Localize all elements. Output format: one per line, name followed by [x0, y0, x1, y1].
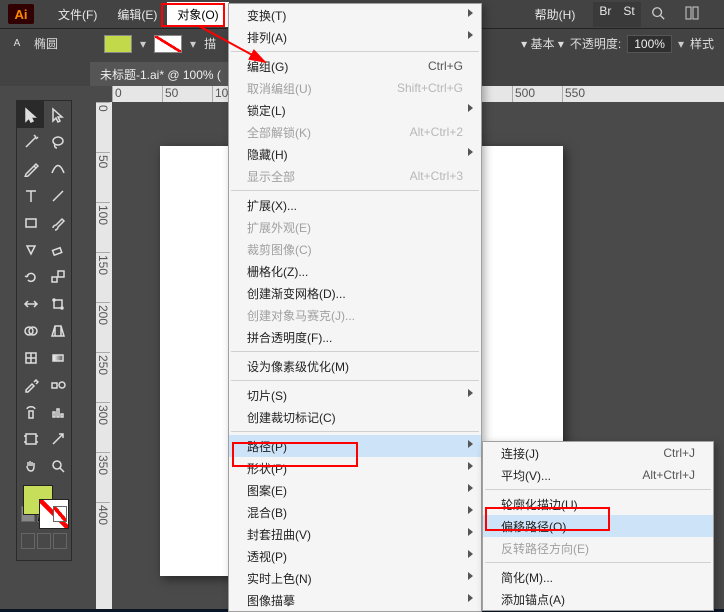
switch-stock-button[interactable]: St — [617, 2, 640, 27]
object-menu-item-4: 取消编组(U)Shift+Ctrl+G — [229, 77, 481, 99]
path-submenu: 连接(J)Ctrl+J平均(V)...Alt+Ctrl+J 轮廓化描边(U)偏移路… — [482, 441, 714, 611]
blend-tool[interactable] — [44, 371, 71, 398]
menu-file[interactable]: 文件(F) — [48, 2, 107, 27]
object-menu-item-30[interactable]: 图像描摹 — [229, 589, 481, 611]
perspective-tool[interactable] — [44, 317, 71, 344]
selection-tool[interactable] — [17, 101, 44, 128]
zoom-tool[interactable] — [44, 452, 71, 479]
illustrator-logo: Ai — [8, 4, 34, 24]
draw-mode-row[interactable] — [17, 533, 71, 549]
style-button[interactable]: 样式 — [690, 35, 714, 52]
path-submenu-item-5: 反转路径方向(E) — [483, 537, 713, 559]
lasso-tool[interactable] — [44, 128, 71, 155]
eraser-tool[interactable] — [44, 236, 71, 263]
eyedropper-tool[interactable] — [17, 371, 44, 398]
menu-edit[interactable]: 编辑(E) — [107, 2, 167, 27]
hand-tool[interactable] — [17, 452, 44, 479]
opacity-field[interactable]: 100% — [627, 35, 672, 53]
arrange-docs-icon[interactable] — [675, 2, 709, 27]
path-submenu-item-8[interactable]: 添加锚点(A) — [483, 588, 713, 610]
object-menu-item-11: 扩展外观(E) — [229, 216, 481, 238]
object-menu-item-20[interactable]: 切片(S) — [229, 384, 481, 406]
shape-builder-tool[interactable] — [17, 317, 44, 344]
path-submenu-item-7[interactable]: 简化(M)... — [483, 566, 713, 588]
object-menu-item-8: 显示全部Alt+Ctrl+3 — [229, 165, 481, 187]
path-submenu-item-1[interactable]: 平均(V)...Alt+Ctrl+J — [483, 464, 713, 486]
path-submenu-item-0[interactable]: 连接(J)Ctrl+J — [483, 442, 713, 464]
object-menu-item-15: 创建对象马赛克(J)... — [229, 304, 481, 326]
object-menu-item-3[interactable]: 编组(G)Ctrl+G — [229, 55, 481, 77]
menu-object[interactable]: 对象(O) — [167, 2, 228, 27]
paintbrush-tool[interactable] — [44, 209, 71, 236]
scale-tool[interactable] — [44, 263, 71, 290]
width-tool[interactable] — [17, 290, 44, 317]
object-menu-item-10[interactable]: 扩展(X)... — [229, 194, 481, 216]
path-submenu-item-4[interactable]: 偏移路径(O)... — [483, 515, 713, 537]
style-dropdown[interactable]: ▾ 基本 ▾ — [521, 35, 564, 52]
free-transform-tool[interactable] — [44, 290, 71, 317]
mesh-tool[interactable] — [17, 344, 44, 371]
object-menu-item-5[interactable]: 锁定(L) — [229, 99, 481, 121]
stroke-swatch[interactable] — [154, 35, 182, 53]
object-menu-item-7[interactable]: 隐藏(H) — [229, 143, 481, 165]
column-graph-tool[interactable] — [44, 398, 71, 425]
path-submenu-item-3[interactable]: 轮廓化描边(U) — [483, 493, 713, 515]
object-menu-item-29[interactable]: 实时上色(N) — [229, 567, 481, 589]
type-tool[interactable] — [17, 182, 44, 209]
object-menu-item-13[interactable]: 栅格化(Z)... — [229, 260, 481, 282]
rectangle-tool[interactable] — [17, 209, 44, 236]
vertical-toolbar — [16, 100, 72, 561]
search-icon[interactable] — [641, 2, 675, 27]
object-menu-item-21[interactable]: 创建裁切标记(C) — [229, 406, 481, 428]
object-menu-item-16[interactable]: 拼合透明度(F)... — [229, 326, 481, 348]
curvature-tool[interactable] — [44, 155, 71, 182]
ruler-vertical: 050100150200250300350400 — [96, 102, 112, 609]
object-menu-item-27[interactable]: 封套扭曲(V) — [229, 523, 481, 545]
artboard-tool[interactable] — [17, 425, 44, 452]
shaper-tool[interactable] — [17, 236, 44, 263]
symbol-sprayer-tool[interactable] — [17, 398, 44, 425]
line-tool[interactable] — [44, 182, 71, 209]
object-menu-item-18[interactable]: 设为像素级优化(M) — [229, 355, 481, 377]
object-menu-item-1[interactable]: 排列(A) — [229, 26, 481, 48]
direct-selection-tool[interactable] — [44, 101, 71, 128]
pen-tool[interactable] — [17, 155, 44, 182]
menu-help[interactable]: 帮助(H) — [525, 2, 586, 27]
magic-wand-tool[interactable] — [17, 128, 44, 155]
shape-label: 椭圆 — [34, 35, 58, 52]
document-tab[interactable]: 未标题-1.ai* @ 100% ( — [90, 62, 231, 86]
fill-swatch[interactable] — [104, 35, 132, 53]
object-menu-item-23[interactable]: 路径(P) — [229, 435, 481, 457]
switch-bridge-button[interactable]: Br — [593, 2, 617, 27]
object-menu-item-28[interactable]: 透视(P) — [229, 545, 481, 567]
object-menu-item-6: 全部解锁(K)Alt+Ctrl+2 — [229, 121, 481, 143]
object-menu-item-26[interactable]: 混合(B) — [229, 501, 481, 523]
rotate-tool[interactable] — [17, 263, 44, 290]
opacity-label: 不透明度: — [570, 35, 621, 52]
object-menu-item-0[interactable]: 变换(T) — [229, 4, 481, 26]
object-menu-item-25[interactable]: 图案(E) — [229, 479, 481, 501]
object-menu-item-24[interactable]: 形状(P) — [229, 457, 481, 479]
object-menu-item-14[interactable]: 创建渐变网格(D)... — [229, 282, 481, 304]
stroke-label: 描 — [204, 35, 216, 52]
object-menu-item-12: 裁剪图像(C) — [229, 238, 481, 260]
object-dropdown: 变换(T)排列(A) 编组(G)Ctrl+G取消编组(U)Shift+Ctrl+G… — [228, 3, 482, 612]
doc-icon: A — [8, 37, 26, 51]
gradient-tool[interactable] — [44, 344, 71, 371]
slice-tool[interactable] — [44, 425, 71, 452]
